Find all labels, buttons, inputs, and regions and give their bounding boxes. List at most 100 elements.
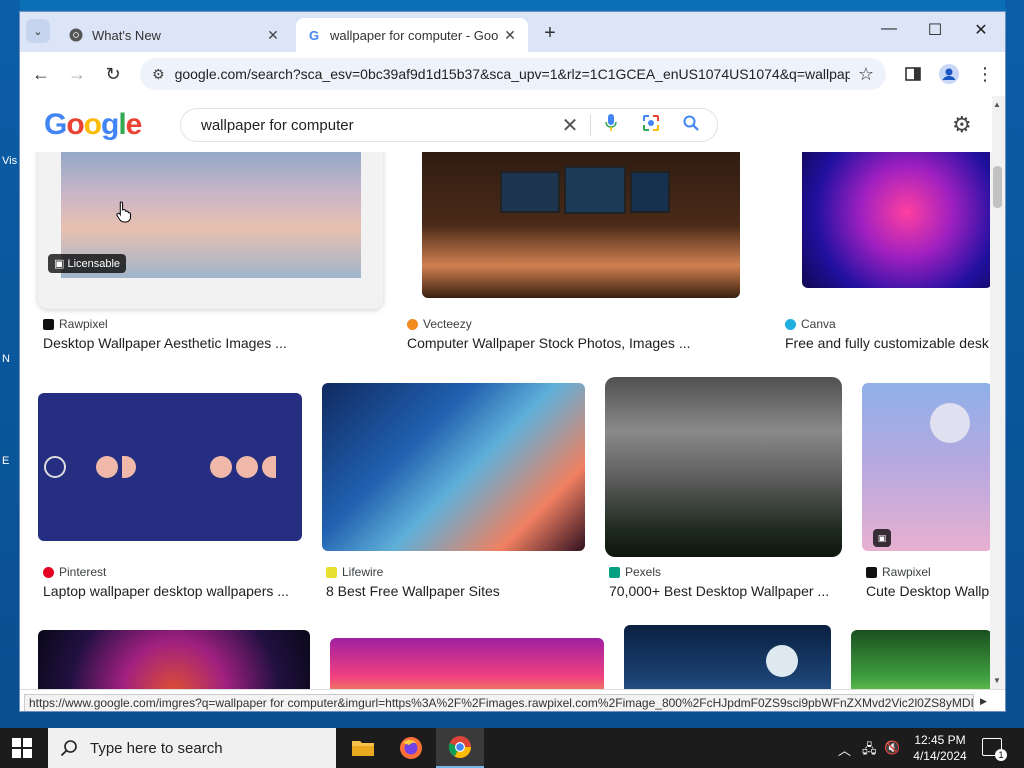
desktop-icon-label: N: [2, 353, 10, 365]
tab-close-icon[interactable]: ✕: [265, 27, 281, 44]
windows-taskbar: Type here to search ︿ 🖧 🔇 12:45 PM 4/14/…: [0, 728, 1024, 768]
licensable-badge: ▣ Licensable: [48, 254, 127, 273]
taskbar-search-placeholder: Type here to search: [90, 739, 223, 757]
address-url: google.com/search?sca_esv=0bc39af9d1d15b…: [174, 66, 850, 82]
result-source: Rawpixel: [866, 565, 931, 579]
result-caption[interactable]: Free and fully customizable desk: [785, 335, 992, 351]
taskbar-search-input[interactable]: Type here to search: [48, 728, 336, 768]
pexels-icon: [609, 566, 620, 578]
result-source: Rawpixel: [43, 317, 108, 331]
notification-icon[interactable]: 1: [982, 738, 1007, 761]
desktop-icon-label: Vis: [2, 155, 18, 167]
result-caption[interactable]: 70,000+ Best Desktop Wallpaper ...: [609, 583, 843, 599]
close-window-button[interactable]: ✕: [958, 20, 1004, 40]
desktop-left-edge: Vis N E: [0, 0, 20, 728]
address-bar[interactable]: ⚙ google.com/search?sca_esv=0bc39af9d1d1…: [140, 58, 886, 90]
scroll-down-icon[interactable]: ▼: [993, 676, 1001, 685]
file-explorer-icon[interactable]: [339, 728, 387, 768]
network-icon[interactable]: 🖧: [862, 740, 877, 762]
maximize-button[interactable]: ☐: [912, 20, 958, 40]
forward-icon[interactable]: →: [66, 63, 88, 85]
tab-search-button[interactable]: ⌄: [26, 19, 50, 43]
result-image-synthwave[interactable]: [330, 638, 604, 689]
firefox-icon[interactable]: [387, 728, 435, 768]
google-icon: G: [308, 27, 320, 43]
result-source: Canva: [785, 317, 836, 331]
browser-toolbar: ← → ↻ ⚙ google.com/search?sca_esv=0bc39a…: [20, 52, 1005, 96]
chrome-icon: [68, 27, 84, 43]
result-image-mountains[interactable]: [605, 377, 842, 557]
tab-title: wallpaper for computer - Goo: [330, 27, 499, 43]
tab-google-search[interactable]: G wallpaper for computer - Goo ✕: [296, 18, 528, 52]
google-logo[interactable]: Google: [44, 108, 142, 142]
page-scrollbar[interactable]: ▲ ▼: [990, 96, 1005, 689]
scrollbar-thumb[interactable]: [993, 166, 1002, 208]
result-image-cute-sky[interactable]: ▣: [862, 383, 992, 551]
profile-icon[interactable]: [938, 63, 960, 85]
desktop-right-edge: [1005, 0, 1024, 728]
new-tab-icon[interactable]: +: [540, 22, 560, 45]
search-input[interactable]: wallpaper for computer ✕: [180, 108, 718, 142]
clock-time: 12:45 PM: [914, 733, 966, 747]
lens-search-icon[interactable]: [631, 114, 671, 137]
site-info-icon[interactable]: ⚙: [152, 66, 165, 83]
result-source: Vecteezy: [407, 317, 472, 331]
search-icon[interactable]: [671, 115, 711, 136]
clock-date: 4/14/2024: [913, 749, 967, 763]
result-caption[interactable]: Computer Wallpaper Stock Photos, Images …: [407, 335, 747, 351]
google-images-page: Google wallpaper for computer ✕ ⚙ ▣ Lice…: [20, 96, 992, 689]
side-panel-icon[interactable]: [902, 63, 924, 85]
result-image-neon[interactable]: [802, 136, 992, 288]
pinterest-icon: [43, 566, 54, 578]
status-url: https://www.google.com/imgres?q=wallpape…: [24, 694, 974, 711]
scroll-up-icon[interactable]: ▲: [993, 100, 1001, 109]
search-icon: [60, 740, 77, 757]
hand-cursor-icon: [116, 201, 132, 228]
tab-whats-new[interactable]: What's New ✕: [58, 18, 291, 52]
rawpixel-icon: [866, 566, 877, 578]
desktop-bottom-edge: [0, 712, 1024, 728]
notification-count: 1: [995, 749, 1007, 761]
result-caption[interactable]: Desktop Wallpaper Aesthetic Images ...: [43, 335, 383, 351]
chrome-taskbar-icon[interactable]: [436, 728, 484, 768]
result-image-moon-mountain[interactable]: [624, 625, 831, 689]
result-image-clouds-card[interactable]: ▣ Licensable: [38, 136, 383, 309]
tab-bar: ⌄ What's New ✕ G wallpaper for computer …: [20, 12, 1005, 52]
result-image-green-anime[interactable]: [851, 630, 992, 689]
canva-icon: [785, 318, 796, 330]
lifewire-icon: [326, 566, 337, 578]
result-image-swirl-painting[interactable]: [322, 383, 585, 551]
windows-start-icon[interactable]: [12, 738, 32, 758]
result-caption[interactable]: Cute Desktop Wallp: [866, 583, 992, 599]
volume-muted-icon[interactable]: 🔇: [884, 740, 900, 756]
result-source: Pinterest: [43, 565, 106, 579]
rawpixel-icon: [43, 318, 54, 330]
result-image-moon-phases[interactable]: [38, 393, 302, 541]
image-badge-icon: ▣: [873, 529, 891, 547]
result-caption[interactable]: Laptop wallpaper desktop wallpapers ...: [43, 583, 305, 599]
search-query: wallpaper for computer: [201, 116, 354, 134]
browser-window: ⌄ What's New ✕ G wallpaper for computer …: [19, 11, 1006, 712]
system-clock[interactable]: 12:45 PM 4/14/2024: [910, 732, 970, 764]
result-image-desk-setup[interactable]: [422, 136, 740, 298]
status-bar: https://www.google.com/imgres?q=wallpape…: [20, 689, 1005, 711]
vecteezy-icon: [407, 318, 418, 330]
bookmark-star-icon[interactable]: ☆: [858, 64, 874, 85]
tray-chevron-icon[interactable]: ︿: [838, 740, 851, 759]
result-source: Lifewire: [326, 565, 383, 579]
tab-title: What's New: [92, 27, 161, 43]
minimize-button[interactable]: —: [866, 20, 912, 38]
menu-dots-icon[interactable]: ⋮: [974, 63, 996, 85]
scroll-right-icon[interactable]: ▶: [980, 696, 987, 707]
back-icon[interactable]: ←: [30, 63, 52, 85]
result-image-colorful-fungus[interactable]: [38, 630, 310, 689]
result-caption[interactable]: 8 Best Free Wallpaper Sites: [326, 583, 588, 599]
desktop-icon-label: E: [2, 455, 10, 467]
result-source: Pexels: [609, 565, 661, 579]
reload-icon[interactable]: ↻: [102, 63, 124, 85]
google-header: Google wallpaper for computer ✕ ⚙: [20, 96, 992, 152]
voice-search-icon[interactable]: [591, 113, 631, 137]
clear-icon[interactable]: ✕: [550, 113, 590, 138]
tab-close-icon[interactable]: ✕: [502, 27, 518, 44]
settings-gear-icon[interactable]: ⚙: [952, 112, 972, 138]
